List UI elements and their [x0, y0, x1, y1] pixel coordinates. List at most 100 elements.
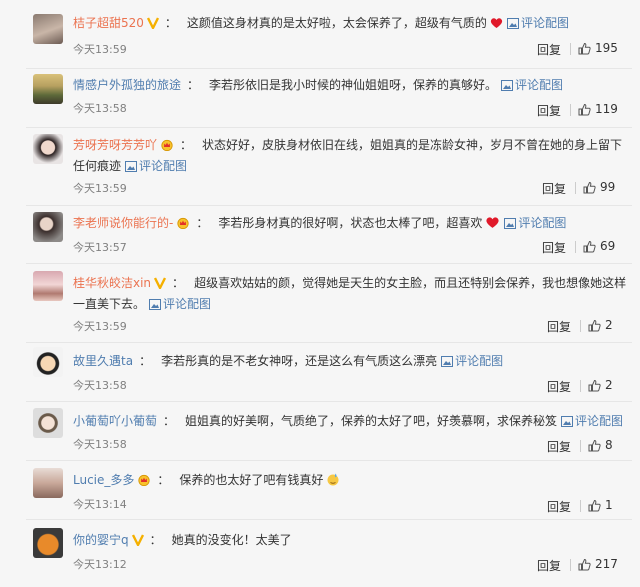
reply-button[interactable]: 回复	[547, 378, 571, 395]
username-link[interactable]: 桂华秋皎洁xin	[73, 276, 151, 290]
comment-text: 姐姐真的好美啊，气质绝了，保养的太好了吧，好羡慕啊，求保养秘笈	[185, 414, 558, 428]
avatar[interactable]	[33, 347, 63, 377]
reply-button[interactable]: 回复	[537, 41, 561, 58]
thumbs-up-icon	[588, 499, 601, 512]
heart-emoji-icon	[485, 216, 500, 235]
divider	[580, 500, 581, 512]
comment-text: 李若彤依旧是我小时候的神仙姐姐呀，保养的真够好。	[209, 78, 498, 92]
divider	[580, 440, 581, 452]
avatar[interactable]	[33, 212, 63, 242]
username-link[interactable]: 情感户外孤独的旅途	[73, 78, 181, 92]
like-count: 2	[605, 378, 613, 392]
username-link[interactable]: 李老师说你能行的-	[73, 216, 173, 230]
reply-button[interactable]: 回复	[547, 438, 571, 455]
comment-image-link[interactable]: 评论配图	[163, 297, 211, 311]
like-button[interactable]: 69	[583, 239, 615, 253]
like-count: 69	[600, 239, 616, 253]
heart-emoji-icon	[490, 16, 503, 35]
avatar[interactable]	[33, 271, 63, 301]
like-button[interactable]: 2	[588, 318, 613, 332]
avatar[interactable]	[33, 468, 63, 498]
timestamp: 今天13:57	[73, 241, 127, 254]
like-count: 217	[595, 557, 618, 571]
crown-badge-icon	[160, 138, 174, 157]
thumbs-up-icon	[588, 319, 601, 332]
comment-text: 李若彤身材真的很好啊，状态也太棒了吧，超喜欢	[218, 216, 483, 230]
comment-image-link[interactable]: 评论配图	[521, 16, 569, 30]
reply-button[interactable]: 回复	[542, 180, 566, 197]
avatar[interactable]	[33, 14, 63, 44]
comment-image-link[interactable]: 评论配图	[515, 78, 563, 92]
like-button[interactable]: 119	[578, 102, 618, 116]
thumbs-up-icon	[578, 103, 591, 116]
like-button[interactable]: 8	[588, 438, 613, 452]
like-count: 1	[605, 498, 613, 512]
thumbs-up-icon	[583, 181, 596, 194]
avatar[interactable]	[33, 408, 63, 438]
divider	[570, 559, 571, 571]
timestamp: 今天13:58	[73, 379, 127, 392]
comment-text: 这颜值这身材真的是太好啦，太会保养了，超级有气质的	[186, 16, 487, 30]
verified-v-icon	[146, 16, 159, 35]
crown-badge-icon	[176, 216, 190, 235]
timestamp: 今天13:58	[73, 438, 127, 451]
like-button[interactable]: 195	[578, 41, 618, 55]
like-count: 195	[595, 41, 618, 55]
timestamp: 今天13:14	[73, 498, 127, 511]
image-icon	[125, 159, 138, 178]
avatar[interactable]	[33, 528, 63, 558]
username-link[interactable]: 桔子超甜520	[73, 16, 144, 30]
reply-button[interactable]: 回复	[537, 557, 561, 574]
avatar[interactable]	[33, 74, 63, 104]
like-button[interactable]: 2	[588, 378, 613, 392]
sweat-emoji-icon	[326, 472, 340, 492]
comment-text: 李若彤真的是不老女神呀，还是这么有气质这么漂亮	[161, 354, 438, 368]
comment-text: 她真的没变化！太美了	[171, 533, 292, 547]
divider	[575, 241, 576, 253]
timestamp: 今天13:59	[73, 43, 127, 56]
thumbs-up-icon	[588, 379, 601, 392]
reply-button[interactable]: 回复	[547, 318, 571, 335]
image-icon	[561, 414, 574, 433]
divider	[570, 104, 571, 116]
comment-text: 保养的也太好了吧有钱真好	[179, 473, 324, 487]
like-count: 119	[595, 102, 618, 116]
username-link[interactable]: 故里久遇ta	[73, 354, 133, 368]
comment-image-link[interactable]: 评论配图	[455, 354, 503, 368]
avatar[interactable]	[33, 134, 63, 164]
comment-image-link[interactable]: 评论配图	[575, 414, 623, 428]
divider	[580, 320, 581, 332]
image-icon	[506, 16, 519, 35]
reply-button[interactable]: 回复	[542, 239, 566, 256]
timestamp: 今天13:58	[73, 102, 127, 115]
like-count: 99	[600, 180, 616, 194]
comment-image-link[interactable]: 评论配图	[139, 159, 187, 173]
timestamp: 今天13:12	[73, 558, 127, 571]
reply-button[interactable]: 回复	[547, 498, 571, 515]
crown-badge-icon	[137, 473, 151, 492]
like-count: 2	[605, 318, 613, 332]
username-link[interactable]: 芳呀芳呀芳芳吖	[73, 138, 157, 152]
divider	[575, 182, 576, 194]
username-link[interactable]: 你的婴宁q	[73, 533, 129, 547]
username-link[interactable]: 小葡萄吖小葡萄	[73, 414, 157, 428]
reply-button[interactable]: 回复	[537, 102, 561, 119]
username-link[interactable]: Lucie_多多	[73, 473, 134, 487]
thumbs-up-icon	[578, 42, 591, 55]
divider	[570, 43, 571, 55]
like-button[interactable]: 99	[583, 180, 615, 194]
like-count: 8	[605, 438, 613, 452]
image-icon	[501, 78, 514, 97]
thumbs-up-icon	[578, 558, 591, 571]
comment-image-link[interactable]: 评论配图	[518, 216, 566, 230]
timestamp: 今天13:59	[73, 320, 127, 333]
verified-v-icon	[131, 533, 144, 552]
thumbs-up-icon	[583, 240, 596, 253]
verified-v-icon	[153, 276, 167, 295]
like-button[interactable]: 217	[578, 557, 618, 571]
image-icon	[149, 297, 162, 316]
like-button[interactable]: 1	[588, 498, 613, 512]
comment-list: 桔子超甜520：这颜值这身材真的是太好啦，太会保养了，超级有气质的 评论配图 今天…	[0, 0, 640, 587]
image-icon	[441, 354, 454, 373]
timestamp: 今天13:59	[73, 182, 127, 195]
